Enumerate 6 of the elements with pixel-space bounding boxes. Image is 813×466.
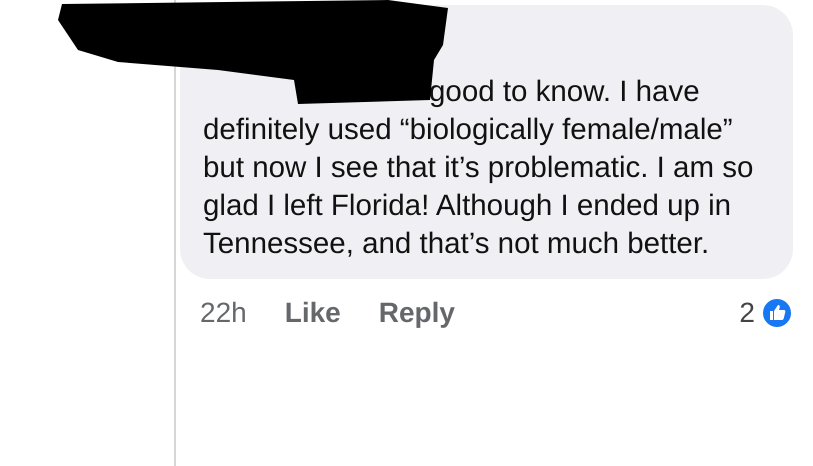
reaction-count: 2 <box>739 297 755 329</box>
reply-button[interactable]: Reply <box>378 297 455 329</box>
like-button[interactable]: Like <box>284 297 341 329</box>
comment-text: good to know. I have definitely used “biologically female/male” but now I see that it’s problematic. I am so glad I left Florida! Although I ended up in Tennessee, and that’s not much better. <box>203 74 754 262</box>
like-reaction-icon <box>761 297 793 329</box>
comment-time: 22h <box>200 297 247 329</box>
